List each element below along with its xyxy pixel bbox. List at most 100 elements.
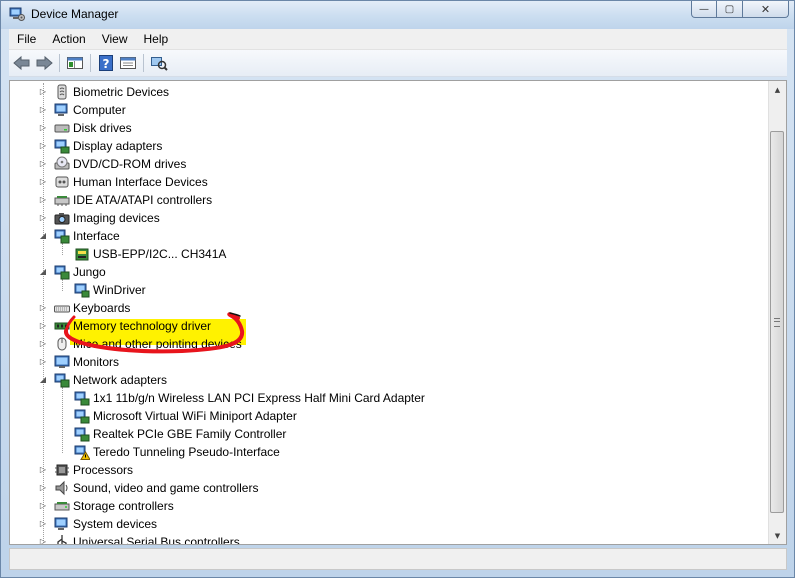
collapsed-arrow-icon[interactable]: ▷ <box>38 177 48 187</box>
toolbar: ? <box>9 50 787 77</box>
tree-category-row[interactable]: ▷ Keyboards <box>10 299 768 317</box>
show-hide-console-tree-icon <box>67 57 83 69</box>
back-button[interactable] <box>11 52 33 74</box>
collapsed-arrow-icon[interactable]: ▷ <box>38 537 48 544</box>
tree-item-label: Imaging devices <box>73 211 160 225</box>
tree-category-row[interactable]: ▷ Processors <box>10 461 768 479</box>
tree-category-row[interactable]: ▷ IDE ATA/ATAPI controllers <box>10 191 768 209</box>
system-devices-icon <box>54 517 68 530</box>
expanded-arrow-icon[interactable]: ◢ <box>38 231 48 241</box>
expanded-arrow-icon[interactable]: ◢ <box>38 375 48 385</box>
minimize-button[interactable]: — <box>691 1 717 18</box>
ide-controller-icon <box>54 196 70 206</box>
scan-hardware-button[interactable] <box>148 52 170 74</box>
windriver-icon <box>74 283 90 298</box>
expanded-arrow-icon[interactable]: ◢ <box>38 267 48 277</box>
menu-file[interactable]: File <box>9 32 44 46</box>
collapsed-arrow-icon[interactable]: ▷ <box>38 519 48 529</box>
tree-category-row[interactable]: ▷ Monitors <box>10 353 768 371</box>
usb-device-icon <box>75 248 89 261</box>
maximize-button[interactable]: ▢ <box>717 1 743 18</box>
tree-item-label: 1x1 11b/g/n Wireless LAN PCI Express Hal… <box>93 391 425 405</box>
collapsed-arrow-icon[interactable]: ▷ <box>38 483 48 493</box>
tree-item-label: Disk drives <box>73 121 132 135</box>
show-hide-console-tree-button[interactable] <box>64 52 86 74</box>
network-card-icon <box>74 391 90 406</box>
keyboard-icon <box>54 305 70 313</box>
tree-category-row[interactable]: ◢ Jungo <box>10 263 768 281</box>
device-tree-pane[interactable]: ▷ Biometric Devices ▷ Computer ▷ Disk drives ▷… <box>9 80 787 545</box>
tree-category-row[interactable]: ◢ Network adapters <box>10 371 768 389</box>
tree-category-row[interactable]: ▷ Mice and other pointing devices <box>10 335 768 353</box>
tree-item-label: Storage controllers <box>73 499 174 513</box>
network-card-warning-icon <box>74 445 90 460</box>
tree-category-row[interactable]: ▷ Sound, video and game controllers <box>10 479 768 497</box>
tree-category-row[interactable]: ▷ Storage controllers <box>10 497 768 515</box>
collapsed-arrow-icon[interactable]: ▷ <box>38 465 48 475</box>
collapsed-arrow-icon[interactable]: ▷ <box>38 159 48 169</box>
tree-category-row[interactable]: ▷ Computer <box>10 101 768 119</box>
collapsed-arrow-icon[interactable]: ▷ <box>38 339 48 349</box>
close-button[interactable]: ✕ <box>743 1 789 18</box>
scroll-down-arrow-icon[interactable]: ▼ <box>769 527 786 544</box>
collapsed-arrow-icon[interactable]: ▷ <box>38 321 48 331</box>
vertical-scrollbar[interactable]: ▲ ▼ <box>768 81 786 544</box>
tree-category-row[interactable]: ▷ Universal Serial Bus controllers <box>10 533 768 544</box>
properties-button[interactable] <box>117 52 139 74</box>
mouse-icon <box>57 337 67 351</box>
network-card-icon <box>74 409 90 424</box>
tree-category-row[interactable]: ▷ DVD/CD-ROM drives <box>10 155 768 173</box>
collapsed-arrow-icon[interactable]: ▷ <box>38 303 48 313</box>
menu-help[interactable]: Help <box>136 32 177 46</box>
tree-device-row[interactable]: Microsoft Virtual WiFi Miniport Adapter <box>10 407 768 425</box>
tree-item-label: Realtek PCIe GBE Family Controller <box>93 427 287 441</box>
tree-category-row[interactable]: ▷ Imaging devices <box>10 209 768 227</box>
collapsed-arrow-icon[interactable]: ▷ <box>38 87 48 97</box>
collapsed-arrow-icon[interactable]: ▷ <box>38 123 48 133</box>
tree-item-label: USB-EPP/I2C... CH341A <box>93 247 227 261</box>
tree-category-row[interactable]: ▷ Memory technology driver <box>10 317 768 335</box>
menu-view[interactable]: View <box>94 32 136 46</box>
tree-item-label: Mice and other pointing devices <box>73 337 242 351</box>
menu-bar: File Action View Help <box>9 29 787 50</box>
tree-item-label: Jungo <box>73 265 106 279</box>
help-icon: ? <box>99 55 113 71</box>
collapsed-arrow-icon[interactable]: ▷ <box>38 195 48 205</box>
help-button[interactable]: ? <box>95 52 117 74</box>
network-adapter-icon <box>54 373 70 388</box>
display-adapter-icon <box>54 139 70 154</box>
scrollbar-thumb[interactable] <box>770 131 784 513</box>
menu-action[interactable]: Action <box>44 32 93 46</box>
interface-icon <box>54 229 70 244</box>
collapsed-arrow-icon[interactable]: ▷ <box>38 213 48 223</box>
jungo-icon <box>54 265 70 280</box>
tree-item-label: Computer <box>73 103 126 117</box>
tree-device-row[interactable]: Teredo Tunneling Pseudo-Interface <box>10 443 768 461</box>
collapsed-arrow-icon[interactable]: ▷ <box>38 141 48 151</box>
tree-item-label: Display adapters <box>73 139 163 153</box>
scroll-up-arrow-icon[interactable]: ▲ <box>769 81 786 98</box>
svg-text:?: ? <box>103 57 110 71</box>
tree-device-row[interactable]: WinDriver <box>10 281 768 299</box>
tree-item-label: IDE ATA/ATAPI controllers <box>73 193 213 207</box>
maximize-icon: ▢ <box>724 3 735 15</box>
tree-category-row[interactable]: ◢ Interface <box>10 227 768 245</box>
scan-hardware-icon <box>151 57 168 71</box>
tree-category-row[interactable]: ▷ System devices <box>10 515 768 533</box>
tree-device-row[interactable]: USB-EPP/I2C... CH341A <box>10 245 768 263</box>
tree-category-row[interactable]: ▷ Biometric Devices <box>10 83 768 101</box>
tree-device-row[interactable]: 1x1 11b/g/n Wireless LAN PCI Express Hal… <box>10 389 768 407</box>
status-bar <box>9 548 787 570</box>
collapsed-arrow-icon[interactable]: ▷ <box>38 357 48 367</box>
tree-item-label: Monitors <box>73 355 120 369</box>
tree-category-row[interactable]: ▷ Display adapters <box>10 137 768 155</box>
toolbar-separator <box>59 54 60 72</box>
tree-device-row[interactable]: Realtek PCIe GBE Family Controller <box>10 425 768 443</box>
tree-category-row[interactable]: ▷ Human Interface Devices <box>10 173 768 191</box>
tree-category-row[interactable]: ▷ Disk drives <box>10 119 768 137</box>
title-bar[interactable]: Device Manager — ▢ ✕ <box>1 1 794 29</box>
collapsed-arrow-icon[interactable]: ▷ <box>38 105 48 115</box>
forward-button[interactable] <box>33 52 55 74</box>
toolbar-separator <box>143 54 144 72</box>
collapsed-arrow-icon[interactable]: ▷ <box>38 501 48 511</box>
